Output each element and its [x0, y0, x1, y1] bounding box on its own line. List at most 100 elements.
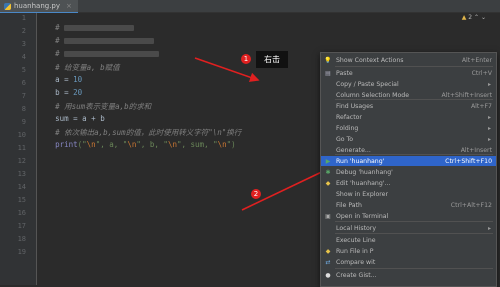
menu-item-shortcut: Ctrl+Shift+F10: [445, 157, 492, 165]
compare-icon: ⇄: [325, 258, 331, 266]
step-badge-1: 1: [241, 54, 251, 64]
lightbulb-icon: 💡: [324, 56, 332, 64]
line-number: 5: [21, 66, 26, 74]
close-icon[interactable]: ×: [66, 2, 72, 10]
menu-item-shortcut: Alt+Shift+Insert: [441, 91, 492, 99]
menu-separator: [335, 66, 493, 67]
line-number: 4: [21, 53, 26, 61]
menu-item-shortcut: Alt+Insert: [460, 146, 492, 154]
menu-item-label: Run File in P: [336, 247, 374, 255]
menu-item-paste[interactable]: ▤ Paste Ctrl+V: [321, 68, 496, 78]
submenu-arrow-icon: ▸: [487, 80, 491, 88]
line-number: 17: [17, 222, 26, 230]
chevron-down-icon[interactable]: ⌄: [481, 14, 486, 21]
python-file-icon: [4, 2, 11, 10]
warning-icon: ▲: [461, 14, 467, 21]
submenu-arrow-icon: ▸: [487, 124, 491, 132]
menu-item-shortcut: Alt+Enter: [461, 56, 492, 64]
line-number: 6: [21, 79, 26, 87]
python-icon: ◆: [325, 247, 331, 255]
context-menu: 💡 Show Context Actions Alt+Enter ▤ Paste Ctrl…: [320, 52, 497, 287]
menu-item-go-to[interactable]: Go To ▸: [321, 134, 496, 144]
line-number: 9: [21, 118, 26, 126]
github-icon: ●: [325, 271, 331, 279]
menu-separator: [335, 268, 493, 269]
menu-item-folding[interactable]: Folding ▸: [321, 123, 496, 133]
menu-item-label: Edit 'huanhang'...: [336, 179, 391, 187]
menu-item-shortcut: Alt+F7: [470, 102, 492, 110]
right-click-label: 右击: [256, 51, 288, 68]
line-number: 10: [17, 131, 26, 139]
code-line-10: print("\n", a, "\n", b, "\n", sum, "\n"): [55, 140, 236, 149]
terminal-icon: ▣: [325, 212, 331, 220]
line-number: 2: [21, 27, 26, 35]
line-number: 7: [21, 92, 26, 100]
line-number: 3: [21, 40, 26, 48]
menu-item-debug-huanhang[interactable]: ✱ Debug 'huanhang': [321, 167, 496, 177]
menu-separator: [335, 233, 493, 234]
menu-item-show-in-explorer[interactable]: Show in Explorer: [321, 189, 496, 199]
submenu-arrow-icon: ▸: [487, 135, 491, 143]
menu-separator: [335, 221, 493, 222]
menu-item-run-huanhang[interactable]: ▶ Run 'huanhang' Ctrl+Shift+F10: [321, 156, 496, 166]
clipboard-icon: ▤: [325, 69, 331, 77]
menu-item-open-in-terminal[interactable]: ▣ Open in Terminal: [321, 211, 496, 221]
inspection-widget[interactable]: ▲ 2 ⌃ ⌄: [462, 14, 486, 21]
menu-item-label: Show Context Actions: [336, 56, 404, 64]
menu-item-create-gist[interactable]: ● Create Gist...: [321, 270, 496, 280]
line-number: 13: [17, 170, 26, 178]
line-number: 19: [17, 248, 26, 256]
run-icon: ▶: [325, 157, 331, 165]
menu-item-label: Run 'huanhang': [336, 157, 385, 165]
line-number: 11: [17, 144, 26, 152]
menu-item-shortcut: Ctrl+V: [471, 69, 492, 77]
menu-item-local-history[interactable]: Local History ▸: [321, 223, 496, 233]
line-number-gutter: 1 2 3 4 5 6 7 8 9 10 11 12 13 14 15 16 17 18 19: [0, 13, 37, 285]
menu-item-label: Open in Terminal: [336, 212, 389, 220]
line-number: 1: [21, 14, 26, 22]
inspection-count: 2: [468, 14, 473, 21]
menu-item-label: Folding: [336, 124, 359, 132]
menu-item-find-usages[interactable]: Find Usages Alt+F7: [321, 101, 496, 111]
debug-icon: ✱: [325, 168, 331, 176]
menu-item-label: Paste: [336, 69, 353, 77]
python-icon: ◆: [325, 179, 331, 187]
menu-item-label: Generate...: [336, 146, 371, 154]
menu-item-label: Execute Line: [336, 236, 376, 244]
line-number: 14: [17, 183, 26, 191]
menu-item-label: Compare wit: [336, 258, 376, 266]
menu-item-run-file-in-p[interactable]: ◆ Run File in P: [321, 246, 496, 256]
line-number: 18: [17, 235, 26, 243]
menu-item-refactor[interactable]: Refactor ▸: [321, 112, 496, 122]
menu-item-edit-huanhang[interactable]: ◆ Edit 'huanhang'...: [321, 178, 496, 188]
editor-tab-bar: huanhang.py ×: [0, 0, 500, 14]
menu-item-shortcut: Ctrl+Alt+F12: [450, 201, 492, 209]
menu-item-compare-wit[interactable]: ⇄ Compare wit: [321, 257, 496, 267]
menu-item-copy-paste-special[interactable]: Copy / Paste Special ▸: [321, 79, 496, 89]
step-badge-2: 2: [251, 189, 261, 199]
menu-item-label: Find Usages: [336, 102, 374, 110]
menu-item-column-selection-mode[interactable]: Column Selection Mode Alt+Shift+Insert: [321, 90, 496, 100]
menu-item-execute-line[interactable]: Execute Line: [321, 235, 496, 245]
menu-item-label: File Path: [336, 201, 362, 209]
file-tab[interactable]: huanhang.py ×: [0, 0, 78, 14]
line-number: 15: [17, 196, 26, 204]
menu-item-show-context-actions[interactable]: 💡 Show Context Actions Alt+Enter: [321, 55, 496, 65]
submenu-arrow-icon: ▸: [487, 224, 491, 232]
menu-item-file-path[interactable]: File Path Ctrl+Alt+F12: [321, 200, 496, 210]
menu-item-label: Column Selection Mode: [336, 91, 410, 99]
file-tab-label: huanhang.py: [14, 2, 61, 10]
line-number: 8: [21, 105, 26, 113]
menu-item-label: Show in Explorer: [336, 190, 389, 198]
menu-item-label: Local History: [336, 224, 377, 232]
menu-item-label: Debug 'huanhang': [336, 168, 393, 176]
menu-item-label: Create Gist...: [336, 271, 377, 279]
line-number: 16: [17, 209, 26, 217]
submenu-arrow-icon: ▸: [487, 113, 491, 121]
chevron-up-icon[interactable]: ⌃: [474, 14, 479, 21]
menu-item-label: Refactor: [336, 113, 362, 121]
line-number: 12: [17, 157, 26, 165]
menu-item-label: Copy / Paste Special: [336, 80, 399, 88]
menu-item-label: Go To: [336, 135, 354, 143]
menu-item-generate[interactable]: Generate... Alt+Insert: [321, 145, 496, 155]
